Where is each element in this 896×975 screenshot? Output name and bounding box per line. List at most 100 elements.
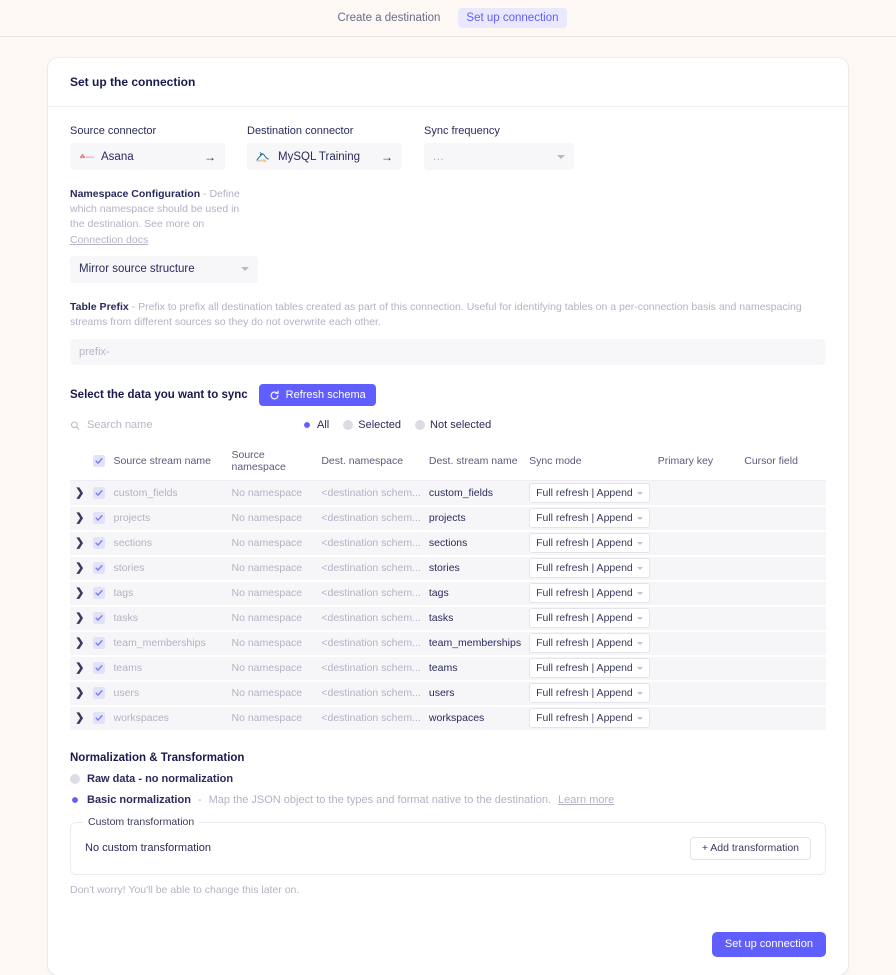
- normalization-option-basic[interactable]: Basic normalization - Map the JSON objec…: [70, 794, 826, 806]
- wizard-step-create-destination[interactable]: Create a destination: [329, 8, 448, 28]
- sync-mode-select[interactable]: Full refresh | Append: [529, 483, 650, 504]
- cell-primary-key: [653, 530, 741, 557]
- row-select-cell: [89, 630, 110, 657]
- table-row[interactable]: ❯ team_memberships No namespace <destinatio…: [70, 630, 826, 657]
- chevron-down-icon: [241, 267, 249, 272]
- filter-radio-all[interactable]: All: [302, 419, 329, 431]
- chevron-down-icon: [636, 566, 643, 570]
- submit-set-up-connection-button[interactable]: Set up connection: [711, 931, 826, 957]
- add-transformation-button[interactable]: + Add transformation: [689, 836, 811, 860]
- chevron-down-icon: [636, 716, 643, 720]
- row-expand-cell: ❯: [70, 555, 90, 582]
- chevron-right-icon[interactable]: ❯: [75, 713, 84, 724]
- cell-dest-namespace: <destination schem...: [317, 555, 425, 582]
- cell-source-stream-name: custom_fields: [109, 480, 228, 507]
- namespace-title: Namespace Configuration: [70, 188, 201, 200]
- table-row[interactable]: ❯ tasks No namespace <destination schem... t…: [70, 605, 826, 632]
- cell-dest-namespace: <destination schem...: [317, 630, 425, 657]
- filter-radio-not-selected[interactable]: Not selected: [415, 419, 491, 431]
- table-row[interactable]: ❯ users No namespace <destination schem... u…: [70, 680, 826, 707]
- row-checkbox[interactable]: [93, 561, 106, 574]
- destination-connector-chip[interactable]: My SQL MySQL Training →: [247, 143, 402, 170]
- asana-logo: asana: [80, 154, 94, 159]
- table-row[interactable]: ❯ projects No namespace <destination schem.…: [70, 505, 826, 532]
- chevron-down-icon: [636, 641, 643, 645]
- sync-mode-select[interactable]: Full refresh | Append: [529, 533, 650, 554]
- chevron-right-icon[interactable]: ❯: [75, 663, 84, 674]
- cell-source-namespace: No namespace: [227, 580, 318, 607]
- table-prefix-input[interactable]: [70, 339, 826, 366]
- cell-source-stream-name: teams: [109, 655, 228, 682]
- chevron-right-icon[interactable]: ❯: [75, 588, 84, 599]
- filter-label-not-selected: Not selected: [430, 419, 492, 432]
- sync-mode-select[interactable]: Full refresh | Append: [529, 633, 650, 654]
- row-select-cell: [89, 680, 110, 707]
- sync-mode-select[interactable]: Full refresh | Append: [529, 508, 650, 529]
- refresh-schema-button[interactable]: Refresh schema: [258, 384, 376, 407]
- chevron-down-icon: [636, 616, 643, 620]
- cell-primary-key: [653, 655, 741, 682]
- search-input[interactable]: [85, 418, 245, 433]
- row-checkbox[interactable]: [93, 536, 106, 549]
- normalization-footnote: Don't worry! You'll be able to change th…: [70, 883, 300, 896]
- cell-dest-stream-name: users: [424, 680, 526, 707]
- table-prefix-description-text: Prefix to prefix all destination tables …: [70, 300, 802, 329]
- row-checkbox[interactable]: [93, 486, 106, 499]
- normalization-basic-description: Map the JSON object to the types and for…: [208, 793, 552, 806]
- chevron-right-icon[interactable]: ❯: [75, 513, 84, 524]
- sync-mode-select[interactable]: Full refresh | Append: [529, 558, 650, 579]
- sync-frequency-select[interactable]: ...: [424, 143, 574, 170]
- row-checkbox[interactable]: [93, 686, 106, 699]
- cell-primary-key: [653, 630, 741, 657]
- table-row[interactable]: ❯ stories No namespace <destination schem..…: [70, 555, 826, 582]
- header-dest-namespace: Dest. namespace: [317, 444, 425, 482]
- streams-header-row: Source stream name Source namespace Dest…: [70, 444, 826, 482]
- search-icon: [71, 421, 80, 430]
- card-title: Set up the connection: [48, 58, 848, 107]
- schema-filter-row: All Selected Not selected: [70, 415, 826, 435]
- table-row[interactable]: ❯ workspaces No namespace <destination sche…: [70, 705, 826, 732]
- filter-radio-selected[interactable]: Selected: [343, 419, 401, 431]
- row-checkbox[interactable]: [93, 586, 106, 599]
- cell-sync-mode: Full refresh | Append: [525, 705, 654, 732]
- custom-transformation-panel: Custom transformation No custom transfor…: [70, 815, 826, 875]
- sync-mode-select[interactable]: Full refresh | Append: [529, 608, 650, 629]
- sync-mode-value: Full refresh | Append: [536, 537, 633, 550]
- sync-mode-select[interactable]: Full refresh | Append: [529, 683, 650, 704]
- table-row[interactable]: ❯ tags No namespace <destination schem... ta…: [70, 580, 826, 607]
- connection-docs-link[interactable]: Connection docs: [70, 234, 148, 246]
- row-checkbox[interactable]: [93, 636, 106, 649]
- row-expand-cell: ❯: [70, 705, 90, 732]
- destination-connector-name: MySQL Training: [278, 150, 361, 163]
- chevron-right-icon[interactable]: ❯: [75, 688, 84, 699]
- normalization-option-raw[interactable]: Raw data - no normalization: [70, 773, 826, 785]
- wizard-step-set-up-connection[interactable]: Set up connection: [458, 8, 567, 28]
- row-checkbox[interactable]: [93, 711, 106, 724]
- learn-more-link[interactable]: Learn more: [558, 794, 614, 806]
- row-checkbox[interactable]: [93, 511, 106, 524]
- chevron-right-icon[interactable]: ❯: [75, 538, 84, 549]
- row-checkbox[interactable]: [93, 661, 106, 674]
- chevron-right-icon[interactable]: ❯: [75, 638, 84, 649]
- chevron-right-icon[interactable]: ❯: [75, 613, 84, 624]
- table-row[interactable]: ❯ sections No namespace <destination schem.…: [70, 530, 826, 557]
- chevron-right-icon[interactable]: ❯: [75, 563, 84, 574]
- table-row[interactable]: ❯ teams No namespace <destination schem... t…: [70, 655, 826, 682]
- select-all-checkbox[interactable]: [93, 454, 106, 467]
- source-connector-chip[interactable]: asana Asana →: [70, 143, 225, 170]
- namespace-format-select[interactable]: Mirror source structure: [70, 255, 258, 283]
- sync-mode-select[interactable]: Full refresh | Append: [529, 583, 650, 604]
- row-checkbox[interactable]: [93, 611, 106, 624]
- mysql-logo: My SQL: [256, 152, 269, 163]
- row-expand-cell: ❯: [70, 680, 90, 707]
- cell-sync-mode: Full refresh | Append: [525, 505, 654, 532]
- check-icon: [95, 664, 104, 671]
- chevron-right-icon[interactable]: ❯: [75, 488, 84, 499]
- table-row[interactable]: ❯ custom_fields No namespace <destination s…: [70, 480, 826, 507]
- sync-mode-select[interactable]: Full refresh | Append: [529, 658, 650, 679]
- sync-mode-select[interactable]: Full refresh | Append: [529, 708, 650, 729]
- cell-sync-mode: Full refresh | Append: [525, 605, 654, 632]
- row-select-cell: [89, 605, 110, 632]
- header-sync-mode: Sync mode: [525, 444, 654, 482]
- sync-frequency-value: ...: [433, 150, 445, 163]
